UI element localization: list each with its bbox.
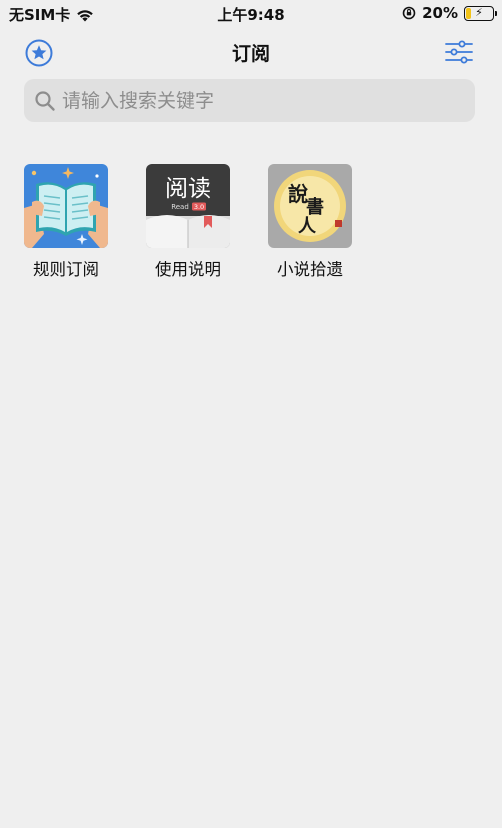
read-app-icon-subtitle: Read xyxy=(171,203,189,211)
open-book-icon[interactable] xyxy=(24,164,108,248)
search-bar[interactable] xyxy=(24,79,475,122)
sliders-icon[interactable] xyxy=(444,39,474,65)
status-bar: 无SIM卡 上午9:48 20% ⚡ xyxy=(0,0,502,26)
storyteller-icon[interactable]: 說 書 人 xyxy=(268,164,352,248)
search-input[interactable] xyxy=(62,89,452,112)
subscription-label: 规则订阅 xyxy=(33,260,99,279)
subscription-label: 使用说明 xyxy=(155,260,221,279)
subscription-label: 小说拾遗 xyxy=(277,260,343,279)
orientation-lock-icon xyxy=(402,6,416,20)
subscription-item-manual[interactable]: 阅读 Read 3.0 使用说明 xyxy=(146,164,230,280)
svg-text:說: 說 xyxy=(288,182,308,206)
subscription-grid: 规则订阅 阅读 Read 3.0 使用说明 說 書 人 小说拾遗 xyxy=(24,164,390,280)
search-icon xyxy=(35,90,55,111)
svg-text:人: 人 xyxy=(298,216,317,237)
charging-bolt-icon: ⚡ xyxy=(475,5,483,19)
read-app-icon-title: 阅读 xyxy=(165,176,211,202)
battery-percent: 20% xyxy=(422,4,458,22)
status-right: 20% ⚡ xyxy=(402,4,497,22)
page-title: 订阅 xyxy=(231,43,270,65)
battery-charging-icon: ⚡ xyxy=(464,5,497,21)
subscription-item-rules[interactable]: 规则订阅 xyxy=(24,164,108,280)
read-app-icon-badge: 3.0 xyxy=(194,203,204,211)
nav-bar: 订阅 xyxy=(0,30,502,74)
read-app-icon[interactable]: 阅读 Read 3.0 xyxy=(146,164,230,248)
subscription-item-novel[interactable]: 說 書 人 小说拾遗 xyxy=(268,164,352,280)
svg-text:書: 書 xyxy=(306,197,324,218)
